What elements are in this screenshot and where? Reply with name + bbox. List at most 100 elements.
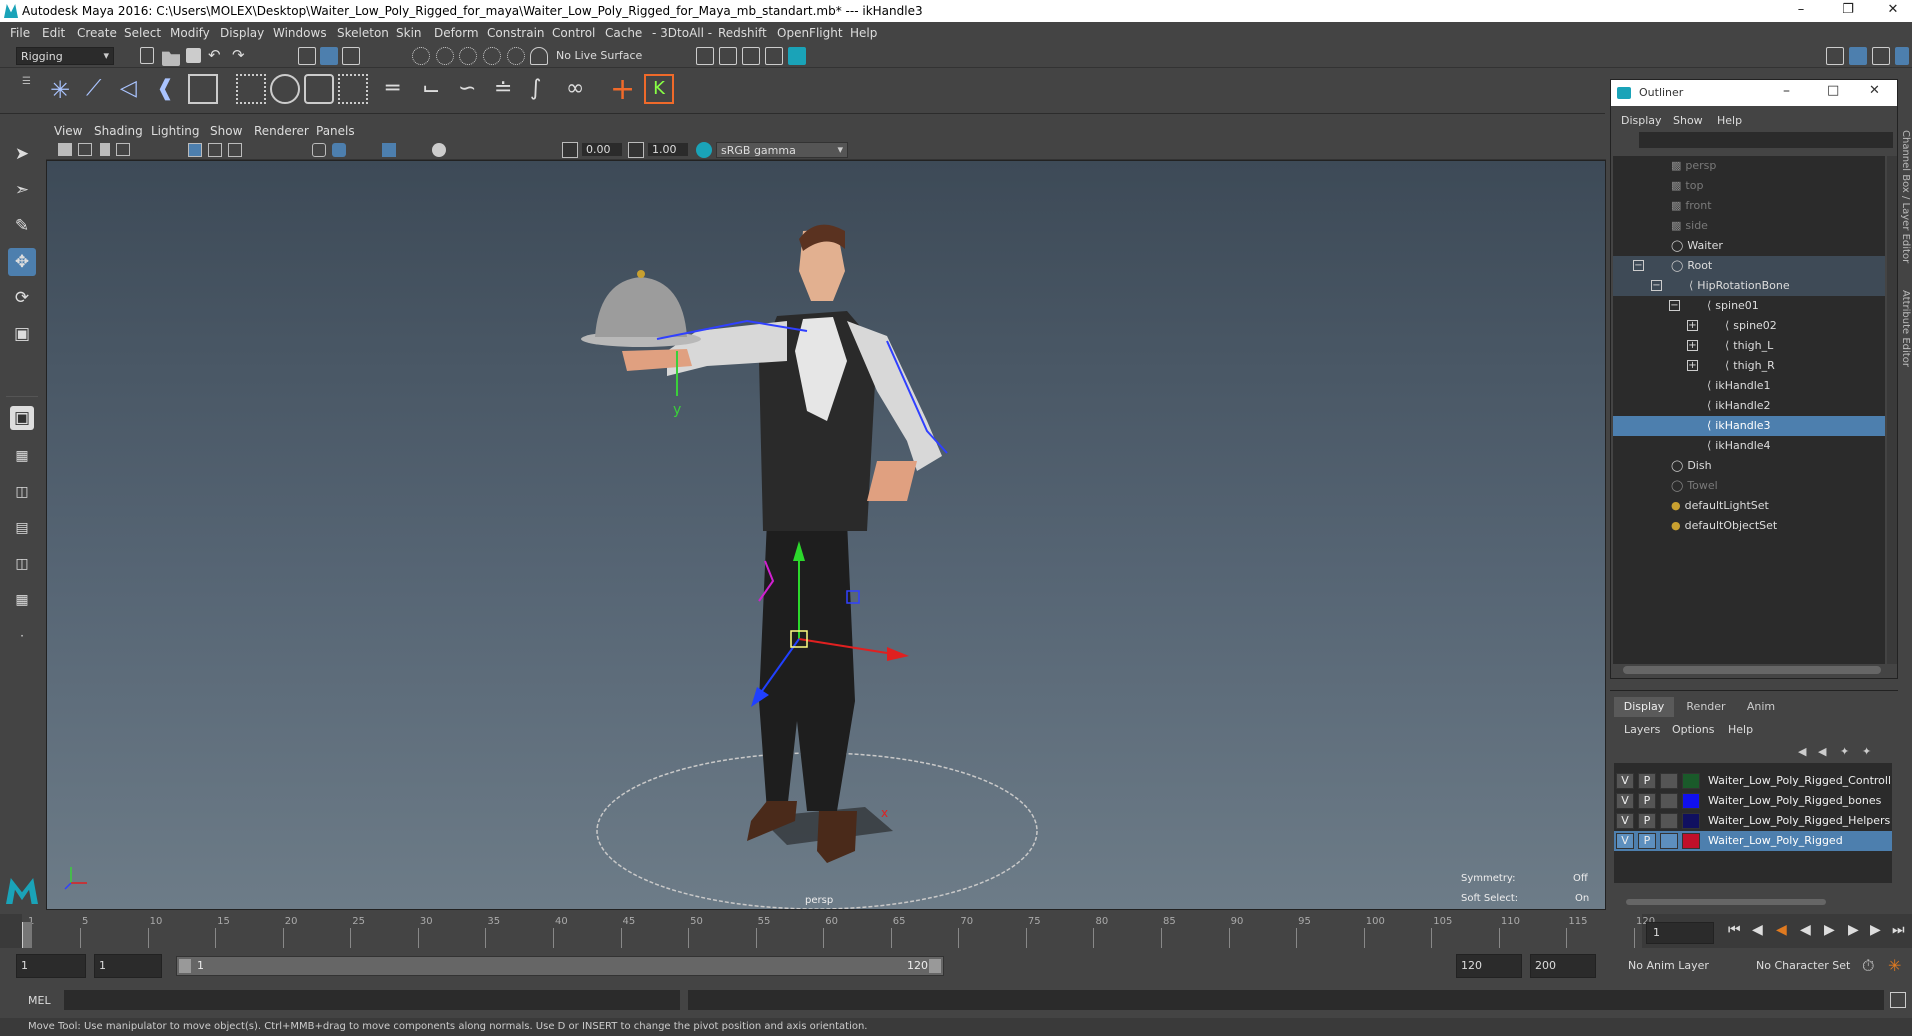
rotate-tool-icon[interactable]: ⟳ [8, 284, 36, 312]
menu-select[interactable]: Select [124, 26, 161, 40]
bookmark-icon[interactable] [100, 143, 110, 156]
new-scene-icon[interactable] [140, 47, 154, 64]
joint-tool-icon[interactable]: ✳ [50, 76, 70, 104]
layer-row[interactable]: V P Waiter_Low_Poly_Rigged_bones [1614, 791, 1892, 811]
range-slider-start-handle[interactable] [179, 959, 191, 973]
layer-type-toggle[interactable] [1660, 833, 1678, 849]
ik-spline-icon[interactable]: ⌙ [422, 76, 440, 101]
outliner-item-towel[interactable]: ◯ Towel [1613, 476, 1885, 496]
magnet-icon[interactable] [530, 47, 548, 65]
select-hierarchy-icon[interactable] [298, 47, 316, 65]
outliner-item-root[interactable]: − ◯ Root [1613, 256, 1885, 276]
layer-visibility-toggle[interactable]: V [1616, 813, 1634, 829]
layer-playback-toggle[interactable]: P [1638, 773, 1656, 789]
step-forward-frame-icon[interactable]: ▶ [1848, 922, 1859, 938]
tab-display[interactable]: Display [1614, 697, 1674, 717]
menu-skeleton[interactable]: Skeleton [337, 26, 389, 40]
close-icon[interactable]: ✕ [1878, 2, 1908, 17]
outliner-hscrollbar[interactable] [1623, 666, 1881, 674]
menu-redshift[interactable]: Redshift [718, 26, 767, 40]
skin-weights-icon[interactable] [304, 74, 334, 104]
anim-layer-dropdown[interactable]: No Anim Layer [1612, 954, 1738, 978]
layout-side-icon[interactable]: ◫ [8, 478, 36, 506]
outliner-menu-display[interactable]: Display [1621, 114, 1662, 127]
image-plane-icon[interactable] [116, 143, 130, 156]
tab-anim[interactable]: Anim [1736, 697, 1786, 717]
playback-start-field[interactable]: 1 [94, 954, 162, 978]
workspace-icon-3[interactable] [1872, 47, 1890, 65]
orient-constraint-icon[interactable]: ≐ [494, 76, 512, 101]
restore-icon[interactable]: ❐ [1833, 2, 1863, 17]
select-tool-icon[interactable]: ➤ [8, 140, 36, 168]
collapse-icon[interactable]: − [1669, 300, 1680, 311]
layer-type-toggle[interactable] [1660, 813, 1678, 829]
layout-graph-icon[interactable]: ◫ [8, 550, 36, 578]
mirror-joint-icon[interactable]: ◁ [120, 76, 137, 101]
anim-start-field[interactable]: 1 [16, 954, 86, 978]
redo-icon[interactable]: ↷ [232, 46, 245, 64]
current-frame-field[interactable]: 1 [1646, 922, 1714, 944]
current-time-marker[interactable] [22, 922, 32, 948]
menu-skin[interactable]: Skin [396, 26, 422, 40]
new-layer-icon[interactable]: ✦ [1840, 745, 1849, 758]
preferences-icon[interactable]: ✳ [1888, 956, 1901, 975]
outliner-item-waiter[interactable]: ◯ Waiter [1613, 236, 1885, 256]
outliner-item-persp[interactable]: ▩ persp [1613, 156, 1885, 176]
new-layer-selected-icon[interactable]: ✦ [1862, 745, 1871, 758]
layout-outliner-icon[interactable]: ▤ [8, 514, 36, 542]
cluster-icon[interactable]: K [644, 74, 674, 104]
smooth-bind-icon[interactable] [270, 74, 300, 104]
layer-playback-toggle[interactable]: P [1638, 833, 1656, 849]
outliner-vscrollbar[interactable] [1887, 156, 1897, 664]
maximize-icon[interactable]: □ [1827, 83, 1839, 98]
layer-move-down-icon[interactable]: ◀ [1818, 745, 1826, 758]
layer-type-toggle[interactable] [1660, 793, 1678, 809]
layer-stack-icon[interactable] [1895, 47, 1909, 65]
anim-end-field[interactable]: 200 [1530, 954, 1596, 978]
outliner-item-dish[interactable]: ◯ Dish [1613, 456, 1885, 476]
outliner-item-defaultlightset[interactable]: ● defaultLightSet [1613, 496, 1885, 516]
hypershade-icon[interactable] [788, 47, 806, 65]
expand-icon[interactable]: + [1687, 360, 1698, 371]
menu-cache[interactable]: Cache [605, 26, 642, 40]
outliner-menu-show[interactable]: Show [1673, 114, 1703, 127]
expand-icon[interactable]: + [1687, 320, 1698, 331]
range-slider-end-handle[interactable] [929, 959, 941, 973]
menu-control[interactable]: Control [552, 26, 595, 40]
collapse-icon[interactable]: − [1651, 280, 1662, 291]
outliner-item-top[interactable]: ▩ top [1613, 176, 1885, 196]
snap-grid-icon[interactable] [412, 47, 430, 65]
layer-menu-help[interactable]: Help [1728, 723, 1753, 736]
playback-end-field[interactable]: 120 [1456, 954, 1522, 978]
exposure-icon[interactable] [562, 142, 578, 158]
persp-viewport[interactable]: y x persp Symmetry: Off Soft Select: On [46, 160, 1606, 910]
live-surface-label[interactable]: No Live Surface [556, 49, 642, 62]
move-tool-icon[interactable]: ✥ [8, 248, 36, 276]
bind-skin-icon[interactable] [236, 74, 266, 104]
open-scene-icon[interactable] [162, 51, 180, 66]
camera-select-icon[interactable] [58, 143, 72, 156]
script-editor-icon[interactable] [1890, 992, 1906, 1008]
render-frame-icon[interactable] [696, 47, 714, 65]
point-constraint-icon[interactable]: ∽ [458, 76, 476, 101]
orient-joint-icon[interactable]: ❰ [156, 76, 174, 101]
layer-color-swatch[interactable] [1682, 773, 1700, 789]
vp-menu-shading[interactable]: Shading [94, 124, 143, 138]
locator-icon[interactable]: + [610, 72, 635, 107]
remove-joint-icon[interactable] [188, 74, 218, 104]
outliner-item-spine01[interactable]: − ⟨ spine01 [1613, 296, 1885, 316]
play-forward-icon[interactable]: ▶ [1824, 922, 1835, 938]
menu-openflight[interactable]: OpenFlight [777, 26, 843, 40]
select-component-icon[interactable] [342, 47, 360, 65]
layer-visibility-toggle[interactable]: V [1616, 833, 1634, 849]
menu-create[interactable]: Create [77, 26, 117, 40]
xray-icon[interactable] [382, 143, 396, 157]
layer-visibility-toggle[interactable]: V [1616, 773, 1634, 789]
outliner-item-hiprotationbone[interactable]: − ⟨ HipRotationBone [1613, 276, 1885, 296]
move-manip-x-arrow[interactable] [887, 647, 909, 661]
render-settings-icon[interactable] [765, 47, 783, 65]
exposure-value[interactable]: 0.00 [582, 143, 622, 156]
layer-menu-options[interactable]: Options [1672, 723, 1714, 736]
outliner-item-thigh-l[interactable]: + ⟨ thigh_L [1613, 336, 1885, 356]
play-back-icon[interactable]: ◀ [1800, 922, 1811, 938]
